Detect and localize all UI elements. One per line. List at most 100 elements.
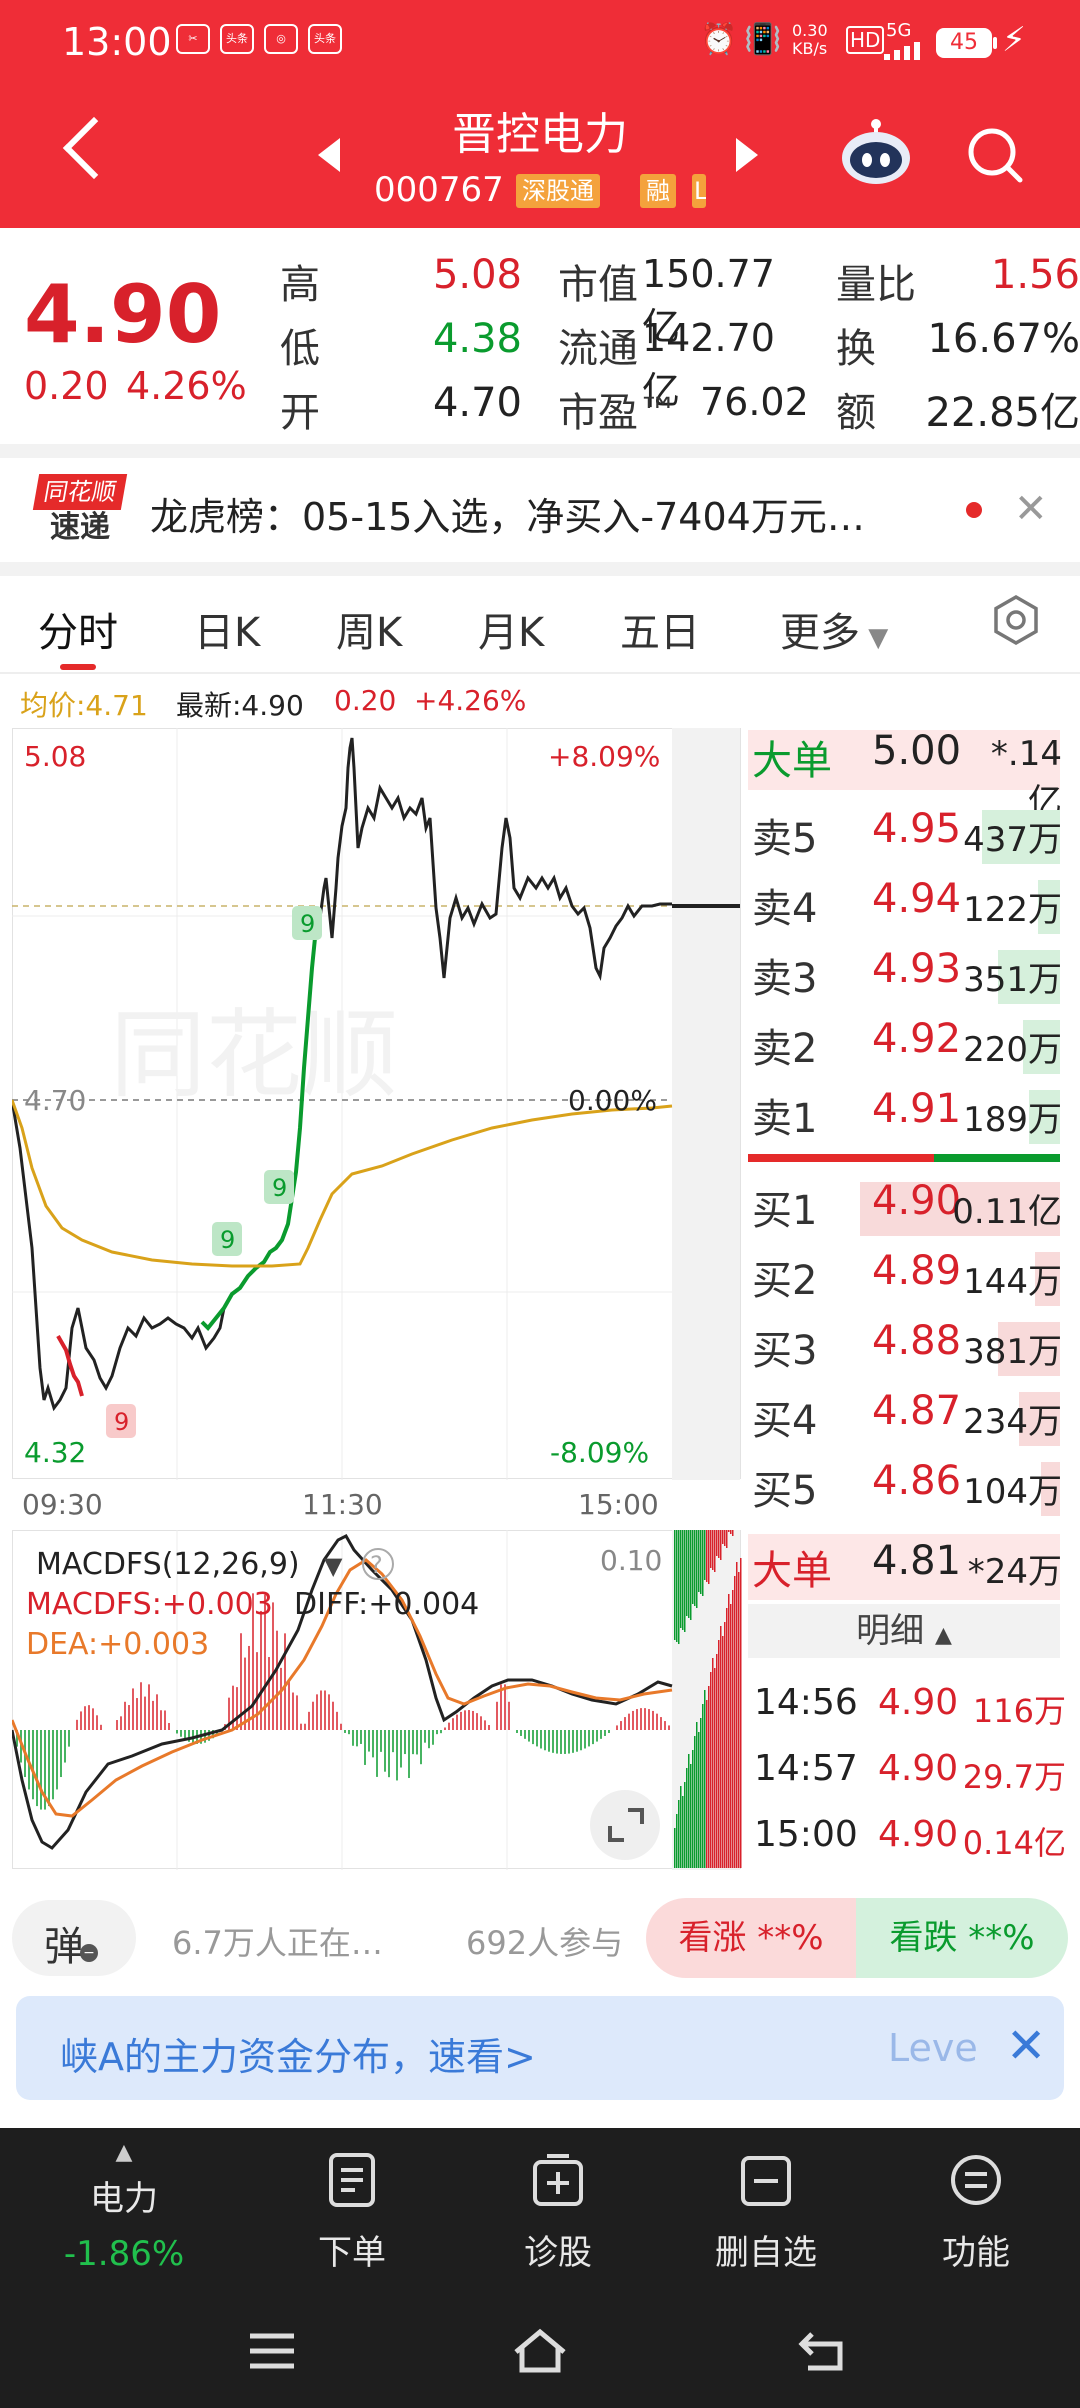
nav-index-summary[interactable]: ▲ 电力 -1.86% [54, 2140, 194, 2274]
tag-margin[interactable]: 融 [640, 174, 676, 208]
toutiao-app-icon: 头条 [220, 24, 254, 54]
macd-help-icon[interactable]: ? [370, 1551, 383, 1579]
close-icon[interactable]: ✕ [1006, 2018, 1046, 2074]
macd-bar [284, 1633, 286, 1730]
macd-bar [524, 1730, 526, 1739]
robot-assistant-icon[interactable] [838, 118, 914, 186]
back-nav-icon[interactable] [794, 2326, 854, 2376]
tick-price: 4.90 [878, 1748, 959, 1789]
macd-bar [320, 1690, 322, 1730]
latest-change-pct: +4.26% [414, 684, 527, 717]
macd-bar [464, 1710, 466, 1730]
macd-bar [296, 1695, 298, 1730]
viewer-count[interactable]: 6.7万人正在… [172, 1918, 383, 1964]
macd-bar [388, 1730, 390, 1778]
back-icon[interactable] [62, 116, 126, 180]
tab-monthly-k[interactable]: 月K [478, 600, 544, 658]
promo-text[interactable]: 峡A的主力资金分布，速看> [60, 2026, 536, 2081]
big-order-top-price: 5.00 [872, 728, 962, 774]
prev-stock-icon[interactable] [318, 138, 340, 172]
macd-bar [484, 1720, 486, 1730]
separator [0, 444, 1080, 458]
volume-bar [702, 1530, 704, 1596]
buy-pressure-bar [934, 1154, 1060, 1162]
sell-level-label: 卖4 [752, 886, 818, 932]
sell-level-volume: 437万 [963, 820, 1062, 860]
nav-diagnose[interactable]: 诊股 [488, 2152, 628, 2274]
macd-bar [288, 1679, 290, 1730]
macd-bar [552, 1730, 554, 1753]
volume-bar [722, 1530, 724, 1544]
tag-l[interactable]: L [692, 174, 706, 208]
net-speed-unit: KB/s [792, 39, 828, 58]
macd-bar [568, 1730, 570, 1754]
macd-bar [488, 1725, 490, 1730]
macd-chart[interactable]: MACDFS(12,26,9) ▼ ? 0.10 MACDFS:+0.003 D… [12, 1530, 742, 1870]
net-speed: 0.30 KB/s [792, 22, 828, 58]
volume-bar [690, 1530, 692, 1620]
volume-bar [688, 1530, 690, 1618]
settings-hex-icon[interactable] [990, 594, 1042, 646]
macd-bar [588, 1730, 590, 1747]
volume-bar [700, 1530, 702, 1594]
tag-shenguotong[interactable]: 深股通 [516, 174, 600, 208]
vote-bullish-button[interactable]: 看涨 **% [646, 1898, 856, 1978]
quote-label-amount: 额 [836, 390, 876, 436]
vote-bearish-button[interactable]: 看跌 **% [856, 1898, 1068, 1978]
nav-order[interactable]: 下单 [282, 2152, 422, 2274]
menu-icon[interactable] [242, 2326, 302, 2376]
macd-bar [656, 1713, 658, 1730]
macd-bar [280, 1667, 282, 1730]
volume-bar [694, 1736, 696, 1868]
quote-pe: 76.02 [700, 380, 809, 424]
macd-bar [236, 1687, 238, 1730]
volume-bar [726, 1530, 728, 1548]
macd-bar [132, 1688, 134, 1730]
volume-bar [704, 1690, 706, 1868]
chart-base-pct-label: 0.00% [568, 1084, 657, 1117]
search-icon[interactable] [966, 126, 1024, 184]
macd-bar [436, 1730, 438, 1735]
dragon-tiger-text[interactable]: 龙虎榜：05-15入选，净买入-7404万元… [150, 486, 865, 541]
watermark: 同花顺 [110, 999, 398, 1111]
close-icon[interactable]: ✕ [1014, 486, 1048, 532]
macd-bar [404, 1730, 406, 1755]
tab-daily-k[interactable]: 日K [194, 600, 260, 658]
macd-bar [540, 1730, 542, 1749]
signal-badge-green-3: 9 [220, 1226, 235, 1254]
macd-bar [136, 1698, 138, 1730]
nav-remove-watchlist[interactable]: 删自选 [696, 2152, 836, 2274]
tab-more-label: 更多 [780, 610, 860, 656]
macd-bar [392, 1730, 394, 1753]
detail-toggle[interactable]: 明细 ▲ [748, 1604, 1060, 1658]
signal-icon [884, 42, 920, 60]
macd-bar [96, 1715, 98, 1730]
volume-bar [680, 1530, 682, 1628]
home-icon[interactable] [510, 2326, 570, 2376]
quote-label-pe: 市盈™ [558, 390, 678, 436]
tab-five-day[interactable]: 五日 [620, 600, 700, 658]
macd-bar [308, 1711, 310, 1730]
quote-label-low: 低 [280, 326, 320, 372]
tick-time: 14:56 [754, 1682, 858, 1723]
danmu-toggle[interactable]: 弹 − [12, 1900, 136, 1976]
quote-volratio: 1.56 [990, 252, 1080, 298]
volume-bar [706, 1700, 708, 1868]
macd-bar [536, 1730, 538, 1747]
macd-bar [496, 1701, 498, 1730]
logo-top-text: 同花顺 [32, 474, 128, 510]
promo-banner[interactable]: 峡A的主力资金分布，速看> Leve ✕ [16, 1996, 1064, 2100]
sell-level-price: 4.91 [872, 1086, 962, 1132]
macd-dropdown-icon[interactable]: ▼ [324, 1552, 343, 1580]
macd-bar [660, 1717, 662, 1730]
intraday-price-chart[interactable]: 同花顺 9 9 9 9 5.08 +8.09% 4.70 0.00% 4.32 … [12, 728, 742, 1480]
tab-more[interactable]: 更多 ▼ [780, 600, 888, 658]
sell-level-label: 卖5 [752, 816, 818, 862]
tab-intraday[interactable]: 分时 [38, 600, 118, 658]
next-stock-icon[interactable] [736, 138, 758, 172]
sell-level-label: 卖3 [752, 956, 818, 1002]
nav-functions[interactable]: 功能 [906, 2152, 1046, 2274]
tab-weekly-k[interactable]: 周K [336, 600, 402, 658]
volume-bar [686, 1530, 688, 1616]
buy-level-volume: 381万 [963, 1332, 1062, 1372]
